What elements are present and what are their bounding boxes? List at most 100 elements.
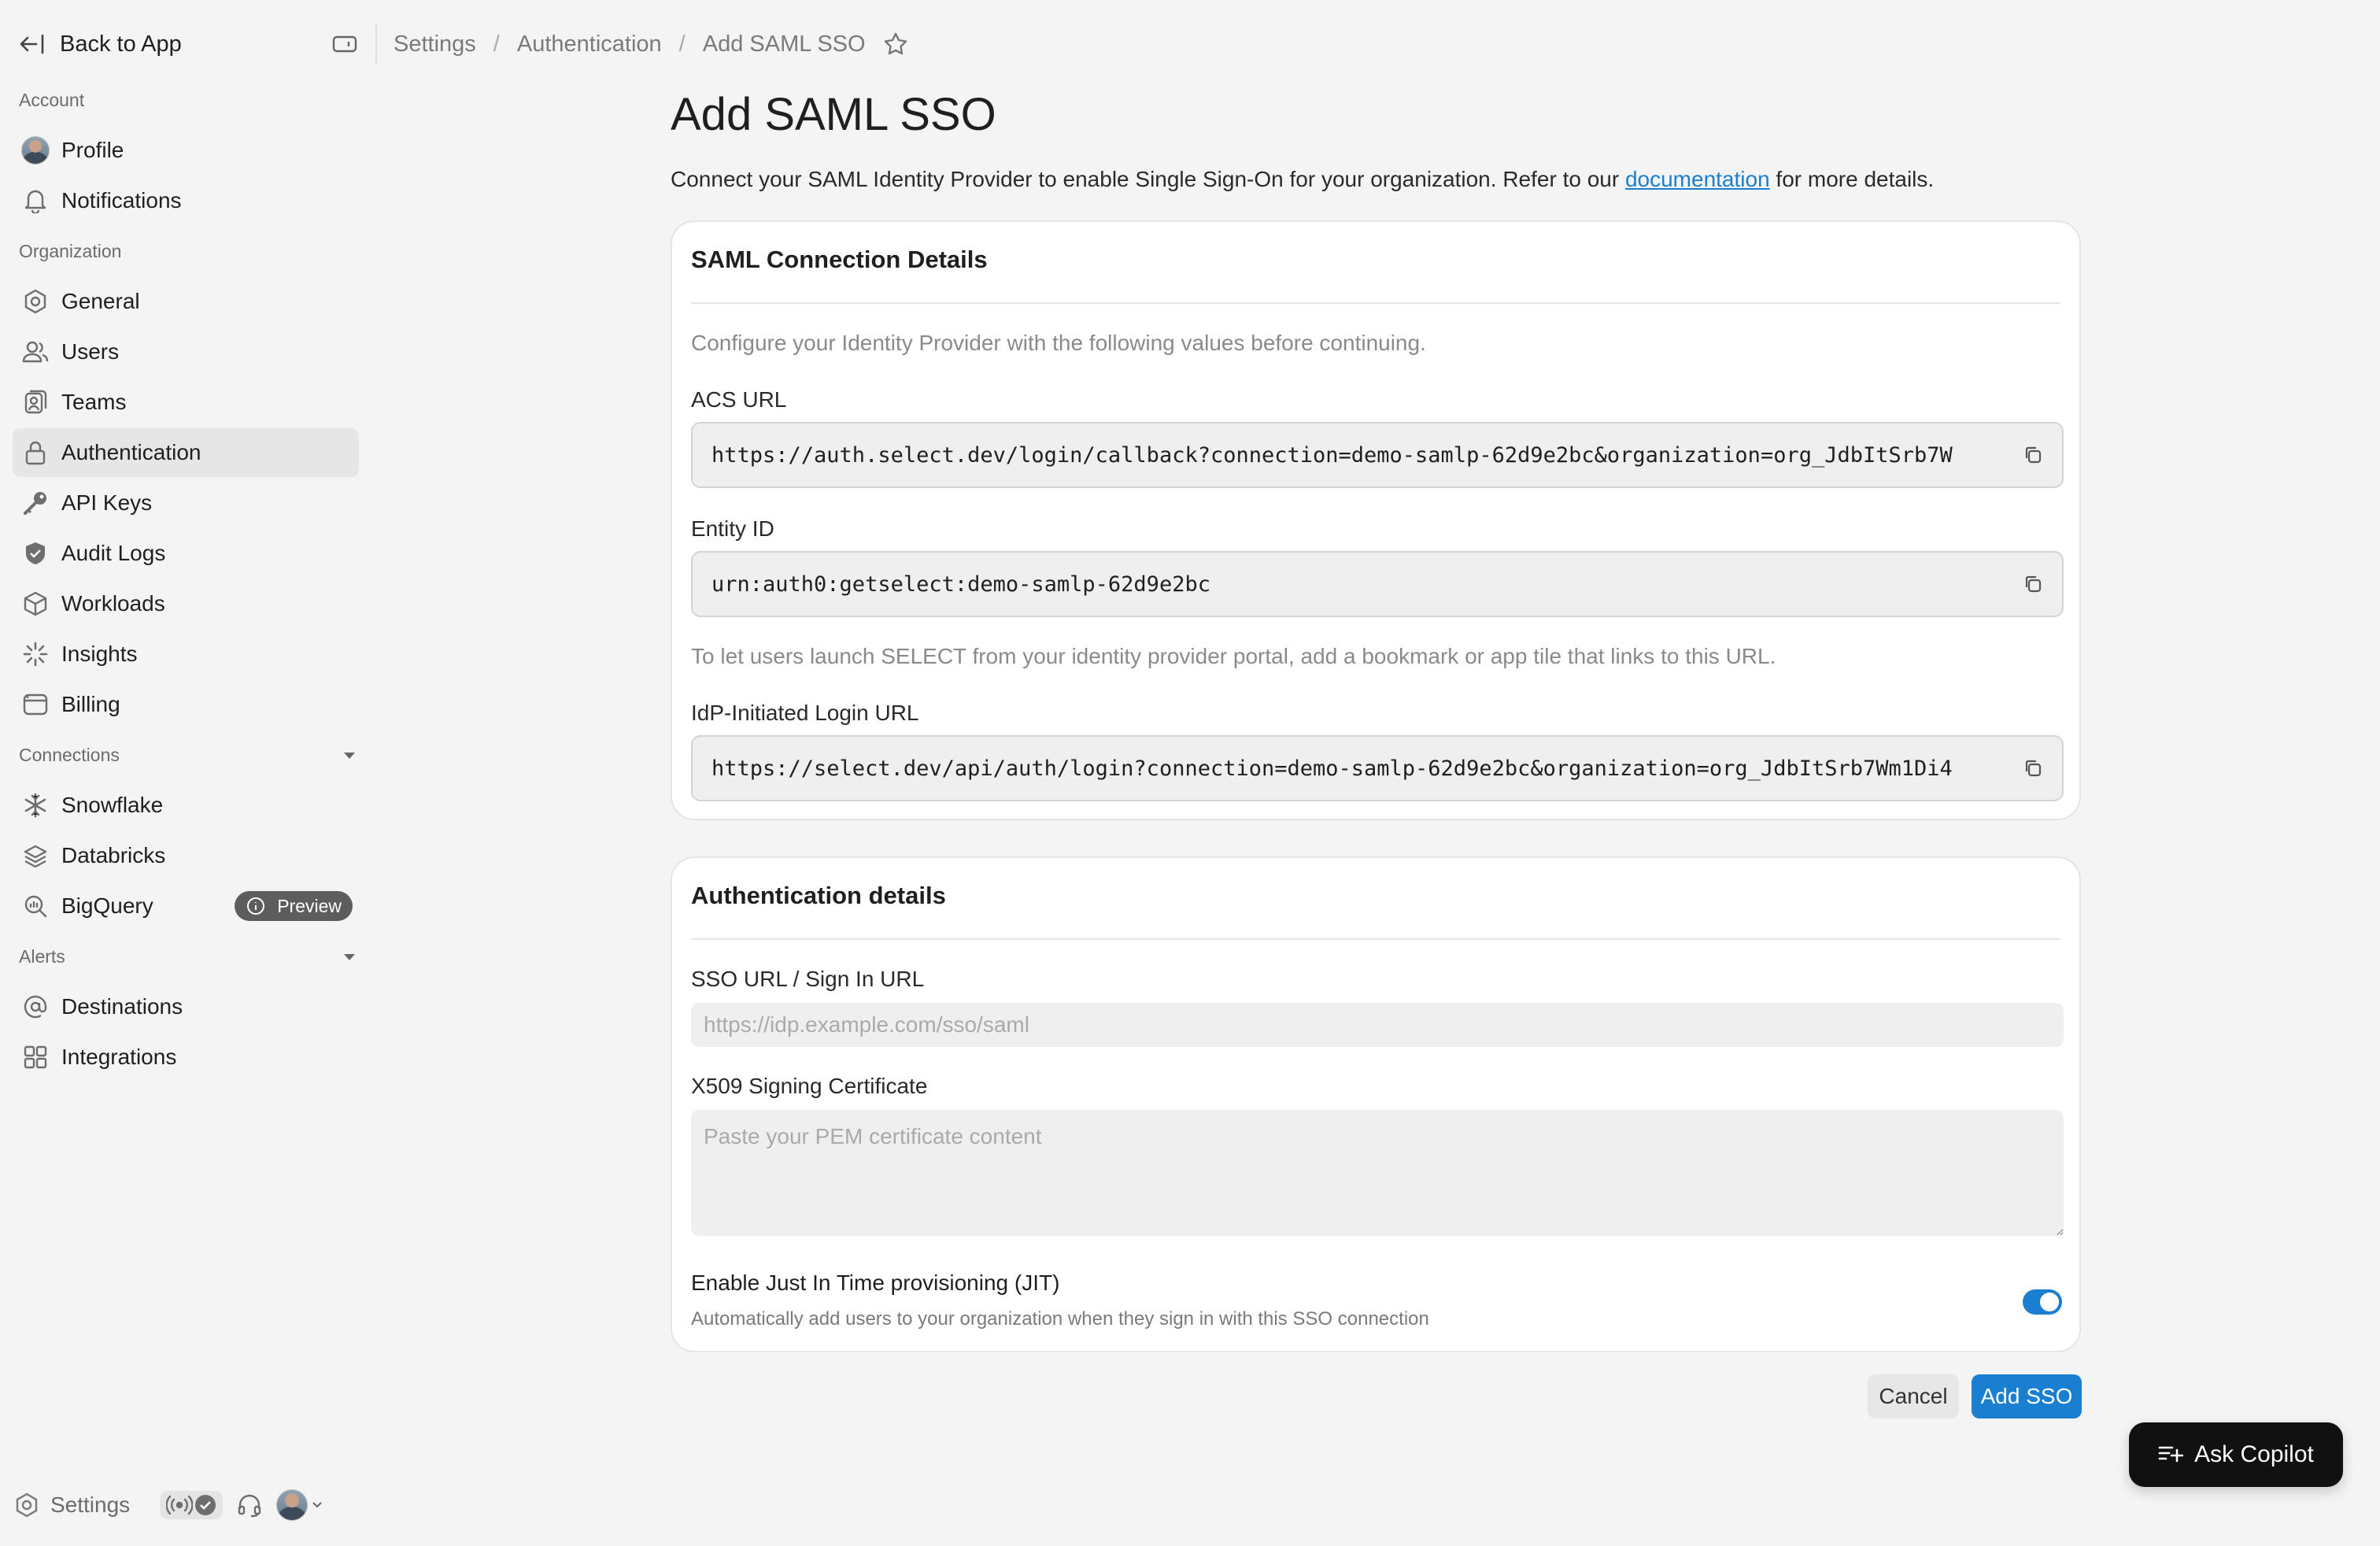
sidebar-item-label: Audit Logs (61, 541, 166, 565)
sidebar-item-label: Authentication (61, 440, 201, 464)
sidebar-item-label: Insights (61, 642, 138, 666)
authentication-details-card: Authentication details SSO URL / Sign In… (671, 856, 2081, 1352)
idp-login-url-field[interactable]: https://select.dev/api/auth/login?connec… (691, 735, 2064, 801)
user-menu[interactable] (276, 1489, 323, 1521)
sidebar-item-api-keys[interactable]: API Keys (13, 479, 359, 527)
breadcrumb-settings[interactable]: Settings (394, 31, 476, 57)
sidebar-item-billing[interactable]: Billing (13, 680, 359, 729)
page-title: Add SAML SSO (671, 89, 996, 140)
sidebar-item-label: Billing (61, 692, 120, 716)
grid-icon (20, 1042, 50, 1072)
idp-login-url-label: IdP-Initiated Login URL (691, 701, 919, 725)
sidebar-item-label: BigQuery (61, 893, 153, 918)
page-description-text: Connect your SAML Identity Provider to e… (671, 167, 1625, 191)
breadcrumb-current: Add SAML SSO (702, 31, 866, 57)
entity-id-field[interactable]: urn:auth0:getselect:demo-samlp-62d9e2bc (691, 551, 2064, 617)
sidebar-item-users[interactable]: Users (13, 327, 359, 376)
section-label-organization: Organization (19, 241, 122, 261)
cancel-button[interactable]: Cancel (1868, 1374, 1959, 1418)
sso-url-input[interactable] (691, 1003, 2064, 1047)
back-to-app-label: Back to App (60, 31, 182, 57)
cube-icon (20, 589, 50, 619)
saml-connection-card: SAML Connection Details Configure your I… (671, 220, 2081, 820)
copy-icon[interactable] (2023, 758, 2043, 779)
sidebar-item-label: Snowflake (61, 793, 164, 817)
chevron-down-icon (311, 1501, 323, 1509)
idp-help-text: To let users launch SELECT from your ide… (691, 644, 1776, 668)
sidebar-item-label: Notifications (61, 188, 182, 213)
broadcast-icon (166, 1494, 194, 1516)
sidebar-item-teams[interactable]: Teams (13, 378, 359, 427)
section-label-text: Alerts (19, 946, 65, 967)
copy-icon[interactable] (2023, 574, 2043, 594)
sidebar-item-label: Profile (61, 138, 124, 162)
ask-copilot-label: Ask Copilot (2194, 1441, 2314, 1467)
section-label-alerts[interactable]: Alerts (19, 946, 356, 967)
star-icon[interactable] (883, 31, 908, 57)
breadcrumb-separator: / (493, 31, 500, 57)
bigquery-icon (20, 891, 50, 921)
sidebar-item-label: Integrations (61, 1045, 177, 1069)
section-label-account: Account (19, 90, 85, 110)
copy-icon[interactable] (2023, 445, 2043, 465)
headset-icon[interactable] (237, 1492, 262, 1518)
layers-icon (20, 841, 50, 871)
footer-settings-link[interactable]: Settings (14, 1492, 130, 1518)
sidebar-item-databricks[interactable]: Databricks (13, 831, 359, 880)
caret-down-icon (343, 953, 356, 961)
acs-url-field[interactable]: https://auth.select.dev/login/callback?c… (691, 422, 2064, 488)
info-icon (241, 891, 271, 921)
snowflake-icon (20, 790, 50, 820)
check-circle-icon (194, 1494, 216, 1516)
x509-certificate-textarea[interactable] (691, 1110, 2064, 1236)
sidebar-item-profile[interactable]: Profile (13, 126, 359, 175)
sidebar-item-general[interactable]: General (13, 277, 359, 326)
sidebar-item-notifications[interactable]: Notifications (13, 176, 359, 225)
teams-icon (20, 387, 50, 417)
sidebar-item-label: Users (61, 339, 120, 364)
page-description-text: for more details. (1769, 167, 1935, 191)
sidebar-item-bigquery[interactable]: BigQuery Preview (13, 882, 359, 930)
documentation-link[interactable]: documentation (1625, 167, 1770, 191)
connection-intro: Configure your Identity Provider with th… (691, 331, 1426, 355)
arrow-left-icon (19, 32, 46, 56)
sidebar-item-authentication[interactable]: Authentication (13, 428, 359, 477)
header-divider (375, 24, 377, 65)
preview-badge: Preview (235, 891, 353, 921)
sidebar-item-destinations[interactable]: Destinations (13, 982, 359, 1031)
ask-copilot-button[interactable]: Ask Copilot (2129, 1422, 2343, 1487)
breadcrumb-authentication[interactable]: Authentication (517, 31, 662, 57)
x509-certificate-label: X509 Signing Certificate (691, 1074, 928, 1098)
sidebar-item-integrations[interactable]: Integrations (13, 1033, 359, 1082)
acs-url-value: https://auth.select.dev/login/callback?c… (711, 442, 1953, 468)
toggle-knob (2040, 1293, 2059, 1311)
sidebar-footer: Settings (14, 1485, 360, 1526)
sso-url-label: SSO URL / Sign In URL (691, 967, 925, 991)
sidebar-item-insights[interactable]: Insights (13, 630, 359, 679)
breadcrumb: Settings / Authentication / Add SAML SSO (394, 24, 908, 65)
sidebar-item-workloads[interactable]: Workloads (13, 579, 359, 628)
gear-icon (20, 287, 50, 316)
sidebar-item-audit-logs[interactable]: Audit Logs (13, 529, 359, 578)
sidebar-item-label: Databricks (61, 843, 166, 867)
preview-badge-label: Preview (277, 895, 342, 916)
card-divider (691, 938, 2060, 940)
entity-id-value: urn:auth0:getselect:demo-samlp-62d9e2bc (711, 571, 1210, 597)
add-sso-button[interactable]: Add SSO (1972, 1374, 2082, 1418)
sidebar-item-label: Destinations (61, 994, 183, 1019)
section-label-text: Connections (19, 745, 120, 765)
jit-title: Enable Just In Time provisioning (JIT) (691, 1270, 1060, 1295)
jit-toggle[interactable] (2023, 1289, 2062, 1315)
section-label-connections[interactable]: Connections (19, 745, 356, 766)
sidebar-item-snowflake[interactable]: Snowflake (13, 781, 359, 830)
sidebar-toggle-icon[interactable] (332, 35, 357, 54)
copilot-sparkle-icon (2158, 1444, 2184, 1466)
card-title: SAML Connection Details (691, 246, 988, 273)
caret-down-icon (343, 752, 356, 760)
status-indicator[interactable] (160, 1491, 224, 1519)
back-to-app-link[interactable]: Back to App (19, 31, 182, 57)
at-sign-icon (20, 992, 50, 1022)
sidebar-item-label: Workloads (61, 591, 165, 616)
sidebar: Back to App Account Profile Notification… (0, 0, 370, 1546)
sidebar-header: Back to App (19, 24, 357, 65)
